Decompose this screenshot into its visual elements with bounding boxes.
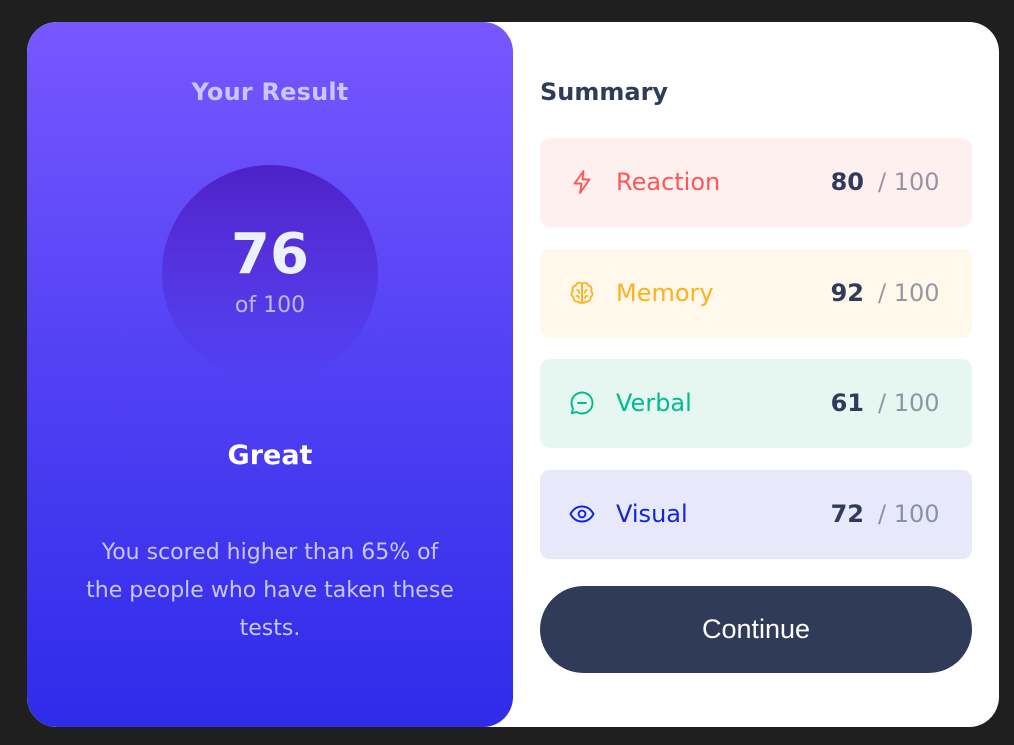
summary-score-reaction: 80 (830, 168, 864, 196)
grade-label: Great (227, 440, 313, 471)
summary-max-reaction: / 100 (878, 168, 940, 196)
summary-label-memory: Memory (616, 279, 714, 307)
chat-bubble-icon (568, 389, 596, 417)
summary-label-visual: Visual (616, 500, 688, 528)
lightning-icon (568, 168, 596, 196)
summary-score-verbal: 61 (830, 389, 864, 417)
summary-score-visual: 72 (830, 500, 864, 528)
continue-button[interactable]: Continue (540, 586, 972, 673)
results-card: Your Result 76 of 100 Great You scored h… (27, 22, 999, 727)
result-panel: Your Result 76 of 100 Great You scored h… (27, 22, 513, 727)
summary-label-verbal: Verbal (616, 389, 692, 417)
summary-row-reaction: Reaction 80 / 100 (540, 138, 972, 227)
summary-max-visual: / 100 (878, 500, 940, 528)
score-value: 76 (231, 222, 309, 287)
result-description: You scored higher than 65% of the people… (86, 540, 454, 641)
score-of-label: of 100 (234, 293, 306, 318)
brain-icon (568, 279, 596, 307)
summary-row-verbal: Verbal 61 / 100 (540, 359, 972, 448)
summary-label-reaction: Reaction (616, 168, 721, 196)
summary-row-visual: Visual 72 / 100 (540, 470, 972, 559)
summary-row-memory: Memory 92 / 100 (540, 249, 972, 338)
summary-title: Summary (540, 78, 669, 106)
summary-score-memory: 92 (830, 279, 864, 307)
result-title: Your Result (191, 78, 349, 106)
summary-max-verbal: / 100 (878, 389, 940, 417)
score-circle: 76 of 100 (162, 165, 378, 381)
summary-max-memory: / 100 (878, 279, 940, 307)
eye-icon (568, 500, 596, 528)
